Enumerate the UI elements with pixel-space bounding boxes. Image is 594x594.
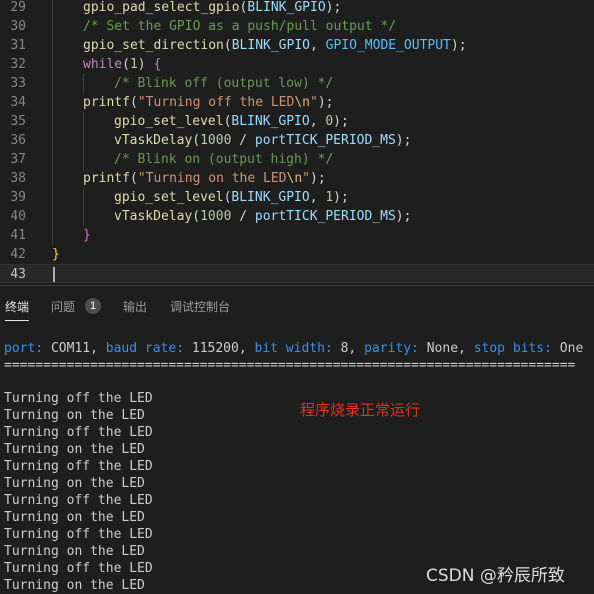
active-tab-indicator — [5, 320, 29, 321]
code-text: /* Set the GPIO as a push/pull output */ — [83, 19, 397, 34]
code-line[interactable]: 31 gpio_set_direction(BLINK_GPIO, GPIO_MO… — [0, 36, 594, 55]
annotation-text: 程序烧录正常运行 — [300, 401, 421, 419]
terminal-output-line: Turning off the LED — [4, 391, 153, 406]
indent-guide — [52, 169, 53, 188]
terminal-output-line: Turning on the LED — [4, 442, 145, 457]
line-number: 29 — [10, 0, 26, 15]
code-line[interactable]: 42} — [0, 245, 594, 264]
code-text: /* Blink off (output low) */ — [114, 76, 334, 91]
code-line[interactable]: 35 gpio_set_level(BLINK_GPIO, 0); — [0, 112, 594, 131]
code-line[interactable]: 33 /* Blink off (output low) */ — [0, 74, 594, 93]
code-line[interactable]: 43 — [0, 264, 594, 283]
indent-guide — [52, 17, 53, 36]
indent-guide — [52, 112, 53, 131]
terminal-output-line: Turning off the LED — [4, 527, 153, 542]
indent-guide — [52, 150, 53, 169]
code-text: printf("Turning on the LED\n"); — [83, 171, 326, 186]
indent-guide — [83, 112, 84, 131]
tab-debug-console[interactable]: 调试控制台 — [170, 298, 230, 315]
watermark: CSDN @矜辰所致 — [426, 566, 565, 586]
code-text: /* Blink on (output high) */ — [114, 152, 334, 167]
indent-guide — [52, 207, 53, 226]
line-number: 33 — [10, 76, 26, 91]
line-number: 30 — [10, 19, 26, 34]
code-line[interactable]: 37 /* Blink on (output high) */ — [0, 150, 594, 169]
line-number: 42 — [10, 247, 26, 262]
indent-guide — [83, 74, 84, 93]
indent-guide — [52, 55, 53, 74]
code-editor[interactable]: 29 gpio_pad_select_gpio(BLINK_GPIO); 30 /* … — [0, 0, 594, 285]
code-text: gpio_set_direction(BLINK_GPIO, GPIO_MODE… — [83, 38, 467, 53]
terminal-output-line: Turning on the LED — [4, 408, 145, 423]
code-text: vTaskDelay(1000 / portTICK_PERIOD_MS); — [114, 133, 412, 148]
panel-tabs: 终端 问题 1 输出 调试控制台 — [0, 286, 594, 326]
indent-guide — [52, 188, 53, 207]
line-number: 32 — [10, 57, 26, 72]
code-text: } — [83, 228, 91, 243]
line-number: 41 — [10, 228, 26, 243]
line-number: 31 — [10, 38, 26, 53]
code-text: vTaskDelay(1000 / portTICK_PERIOD_MS); — [114, 209, 412, 224]
terminal-output-line: Turning off the LED — [4, 459, 153, 474]
serial-port-info: port: COM11, baud rate: 115200, bit widt… — [4, 341, 584, 356]
code-text: gpio_pad_select_gpio(BLINK_GPIO); — [83, 0, 342, 15]
text-cursor — [53, 267, 55, 282]
code-line[interactable]: 34 printf("Turning off the LED\n"); — [0, 93, 594, 112]
code-line[interactable]: 36 vTaskDelay(1000 / portTICK_PERIOD_MS); — [0, 131, 594, 150]
tab-terminal[interactable]: 终端 — [5, 298, 29, 315]
terminal-output-line: Turning off the LED — [4, 493, 153, 508]
line-number: 39 — [10, 190, 26, 205]
code-text: } — [52, 247, 60, 262]
code-line[interactable]: 40 vTaskDelay(1000 / portTICK_PERIOD_MS); — [0, 207, 594, 226]
indent-guide — [83, 131, 84, 150]
code-text: gpio_set_level(BLINK_GPIO, 1); — [114, 190, 349, 205]
indent-guide — [52, 74, 53, 93]
tab-problems[interactable]: 问题 — [51, 298, 75, 315]
terminal-output-line: Turning off the LED — [4, 425, 153, 440]
code-line[interactable]: 38 printf("Turning on the LED\n"); — [0, 169, 594, 188]
terminal-output-line: Turning on the LED — [4, 510, 145, 525]
indent-guide — [83, 207, 84, 226]
bottom-panel: 终端 问题 1 输出 调试控制台 port: COM11, baud rate:… — [0, 285, 594, 593]
indent-guide — [52, 226, 53, 245]
line-number: 35 — [10, 114, 26, 129]
indent-guide — [83, 150, 84, 169]
code-text: printf("Turning off the LED\n"); — [83, 95, 334, 110]
line-number: 43 — [10, 267, 26, 282]
problems-count-badge: 1 — [85, 298, 101, 314]
code-line[interactable]: 29 gpio_pad_select_gpio(BLINK_GPIO); — [0, 0, 594, 17]
line-number: 37 — [10, 152, 26, 167]
tab-output[interactable]: 输出 — [123, 298, 147, 315]
indent-guide — [83, 188, 84, 207]
code-line[interactable]: 41} — [0, 226, 594, 245]
code-text: gpio_set_level(BLINK_GPIO, 0); — [114, 114, 349, 129]
line-number: 34 — [10, 95, 26, 110]
terminal-output-line: Turning on the LED — [4, 476, 145, 491]
indent-guide — [52, 0, 53, 17]
terminal-output-line: Turning on the LED — [4, 578, 145, 593]
indent-guide — [52, 93, 53, 112]
line-number: 38 — [10, 171, 26, 186]
code-line[interactable]: 39 gpio_set_level(BLINK_GPIO, 1); — [0, 188, 594, 207]
separator-line: ========================================… — [4, 358, 576, 373]
code-text: while(1) { — [83, 57, 162, 72]
code-line[interactable]: 30 /* Set the GPIO as a push/pull output … — [0, 17, 594, 36]
terminal-output-line: Turning off the LED — [4, 561, 153, 576]
terminal-output-line: Turning on the LED — [4, 544, 145, 559]
indent-guide — [52, 131, 53, 150]
indent-guide — [52, 36, 53, 55]
code-line[interactable]: 32 while(1) { — [0, 55, 594, 74]
line-number: 36 — [10, 133, 26, 148]
line-number: 40 — [10, 209, 26, 224]
